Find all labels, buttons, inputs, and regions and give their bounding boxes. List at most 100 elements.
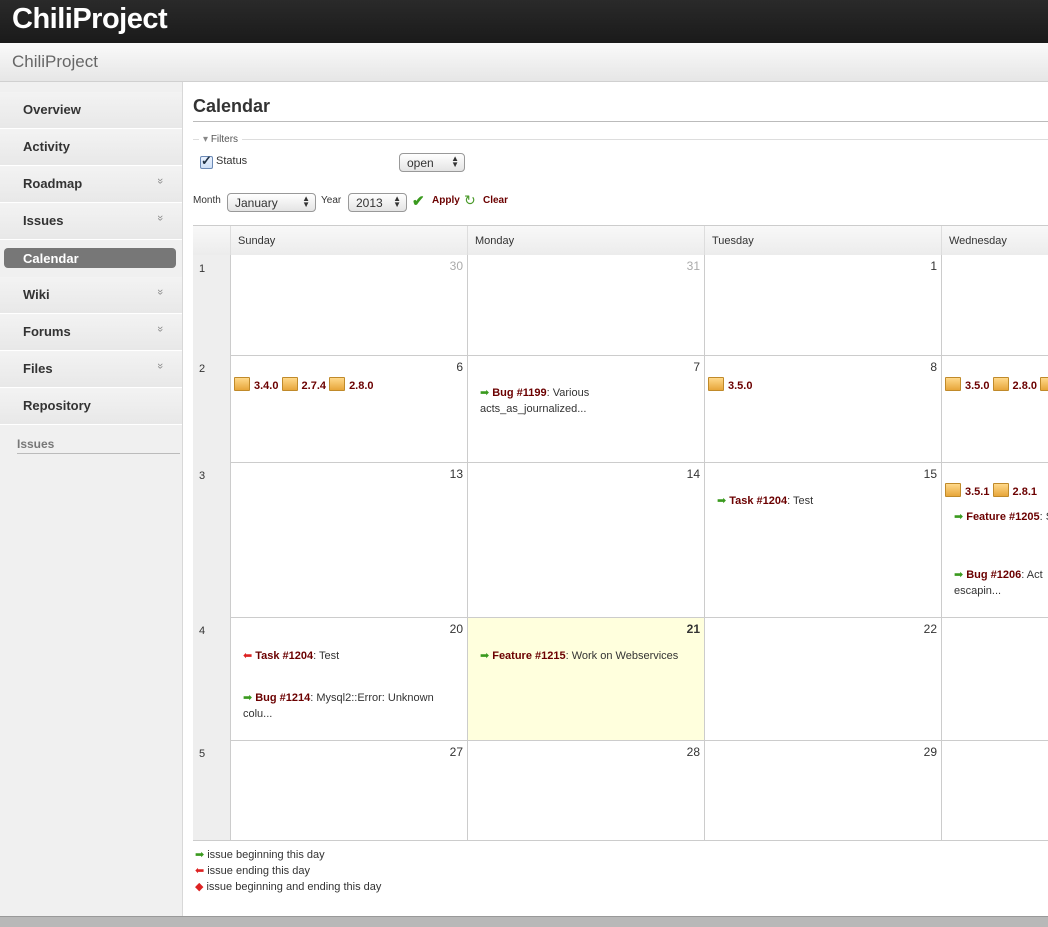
day-number: 27	[449, 745, 463, 759]
arrow-right-icon: ➡	[717, 495, 727, 507]
day-cell[interactable]: 15 ➡ Task #1204: Test	[705, 463, 942, 618]
version-link[interactable]: 2.8.0	[1013, 380, 1037, 392]
issue-subject: : Sites	[1039, 511, 1048, 523]
chevron-down-icon[interactable]: »	[154, 289, 166, 295]
day-cell[interactable]: 3.5.0 2.8.0	[942, 356, 1048, 463]
day-cell[interactable]: 1	[705, 255, 942, 356]
bottom-scrollbar[interactable]	[0, 916, 1048, 927]
sidebar-item-issues[interactable]: Issues »	[0, 203, 182, 240]
day-cell[interactable]: 7 ➡ Bug #1199: Various acts_as_journalize…	[468, 356, 705, 463]
version-link[interactable]: 3.5.0	[965, 380, 989, 392]
sidebar-item-activity[interactable]: Activity	[0, 129, 182, 166]
day-cell[interactable]: 14	[468, 463, 705, 618]
issue-link[interactable]: Task #1204	[255, 650, 313, 662]
day-number: 13	[449, 467, 463, 481]
day-cell[interactable]: 30	[231, 255, 468, 356]
app-brand[interactable]: ChiliProject	[12, 3, 168, 36]
version-link[interactable]: 3.4.0	[254, 380, 278, 392]
arrow-right-icon: ➡	[954, 511, 964, 523]
issue-link[interactable]: Feature #1215	[492, 650, 565, 662]
day-cell[interactable]	[942, 618, 1048, 741]
sidebar-item-calendar[interactable]: Calendar	[4, 248, 176, 268]
day-header-tuesday: Tuesday	[705, 226, 942, 256]
sidebar-item-overview[interactable]: Overview	[0, 92, 182, 129]
sidebar-item-roadmap[interactable]: Roadmap »	[0, 166, 182, 203]
reload-icon[interactable]: ↻	[464, 192, 476, 209]
issue-link[interactable]: Bug #1214	[255, 692, 310, 704]
day-number: 14	[686, 467, 700, 481]
calendar-issue: ➡ Feature #1215: Work on Webservices	[480, 648, 678, 664]
arrow-right-icon: ➡	[954, 569, 964, 581]
day-cell[interactable]: 13	[231, 463, 468, 618]
sidebar-item-repository[interactable]: Repository	[0, 388, 182, 425]
sidebar-item-forums[interactable]: Forums »	[0, 314, 182, 351]
version-list: 3.4.0 2.7.4 2.8.0	[234, 377, 374, 392]
month-label: Month	[193, 195, 221, 206]
calendar-grid: Sunday Monday Tuesday Wednesday 1 2 3 4 …	[193, 225, 1048, 841]
day-cell[interactable]: 27	[231, 741, 468, 840]
calendar-issue: ➡ Task #1204: Test	[717, 493, 813, 509]
issue-link[interactable]: Task #1204	[729, 495, 787, 507]
package-icon	[1040, 377, 1048, 391]
project-title[interactable]: ChiliProject	[12, 52, 98, 72]
issue-link[interactable]: Feature #1205	[966, 511, 1039, 523]
select-arrows-icon: ▲ ▼	[302, 194, 310, 209]
status-label: Status	[216, 155, 248, 167]
legend-end: ⬅ issue ending this day	[195, 865, 310, 877]
week-number: 1	[199, 263, 206, 275]
day-cell[interactable]: 20 ⬅ Task #1204: Test ➡ Bug #1214: Mysql2:…	[231, 618, 468, 741]
chevron-down-icon[interactable]: »	[154, 363, 166, 369]
filters-legend[interactable]: ▾ Filters	[199, 134, 243, 145]
sidebar-item-files[interactable]: Files »	[0, 351, 182, 388]
clear-button[interactable]: Clear	[483, 195, 508, 206]
sidebar-item-label: Repository	[23, 398, 91, 413]
calendar-issue: ➡ Bug #1206: Act escapin...	[954, 567, 1048, 599]
checkmark-icon[interactable]: ✔	[412, 192, 425, 210]
day-cell[interactable]: 22	[705, 618, 942, 741]
day-cell[interactable]	[942, 255, 1048, 356]
chevron-down-icon[interactable]: »	[154, 326, 166, 332]
version-link[interactable]: 2.8.1	[1013, 486, 1037, 498]
status-select[interactable]: open ▲ ▼	[399, 153, 465, 172]
chevron-down-icon[interactable]: »	[154, 178, 166, 184]
sidebar-item-label: Roadmap	[23, 176, 83, 191]
day-number: 6	[456, 360, 463, 374]
sidebar-item-label: Forums	[23, 324, 71, 339]
package-icon	[945, 377, 961, 391]
day-cell[interactable]: 6 3.4.0 2.7.4 2.8.0	[231, 356, 468, 463]
version-list: 3.5.1 2.8.1	[945, 483, 1037, 498]
package-icon	[329, 377, 346, 391]
version-link[interactable]: 3.5.1	[965, 486, 989, 498]
week-number-column: 1 2 3 4 5	[193, 255, 231, 840]
package-icon	[992, 483, 1009, 497]
day-cell[interactable]: 3.5.1 2.8.1 ➡Feature #1205: Sites ➡Bug #…	[942, 463, 1048, 618]
day-number: 31	[686, 259, 700, 273]
day-number: 29	[923, 745, 937, 759]
sidebar-item-wiki[interactable]: Wiki »	[0, 277, 182, 314]
version-link[interactable]: 2.8.0	[349, 380, 373, 392]
day-cell[interactable]	[942, 741, 1048, 840]
month-select[interactable]: January ▲ ▼	[227, 193, 316, 212]
day-cell[interactable]: 29	[705, 741, 942, 840]
apply-button[interactable]: Apply	[432, 195, 460, 206]
issue-link[interactable]: Bug #1206	[966, 569, 1021, 581]
day-number: 7	[693, 360, 700, 374]
day-number: 22	[923, 622, 937, 636]
version-link[interactable]: 3.5.0	[728, 380, 752, 392]
week-number: 3	[199, 470, 206, 482]
status-checkbox[interactable]	[200, 153, 213, 169]
day-cell-today[interactable]: 21 ➡ Feature #1215: Work on Webservices	[468, 618, 705, 741]
diamond-icon: ◆	[195, 881, 204, 893]
chevron-down-icon[interactable]: »	[154, 215, 166, 221]
page-title: Calendar	[193, 96, 271, 116]
version-link[interactable]: 2.7.4	[302, 380, 326, 392]
day-cell[interactable]: 8 3.5.0	[705, 356, 942, 463]
day-number: 15	[923, 467, 937, 481]
calendar-issue: ➡ Bug #1199: Various acts_as_journalized.…	[480, 385, 680, 417]
day-cell[interactable]: 31	[468, 255, 705, 356]
year-select[interactable]: 2013 ▲ ▼	[348, 193, 407, 212]
issue-link[interactable]: Bug #1199	[492, 387, 546, 399]
filters-label: Filters	[210, 134, 239, 145]
day-cell[interactable]: 28	[468, 741, 705, 840]
year-select-value: 2013	[356, 196, 383, 210]
